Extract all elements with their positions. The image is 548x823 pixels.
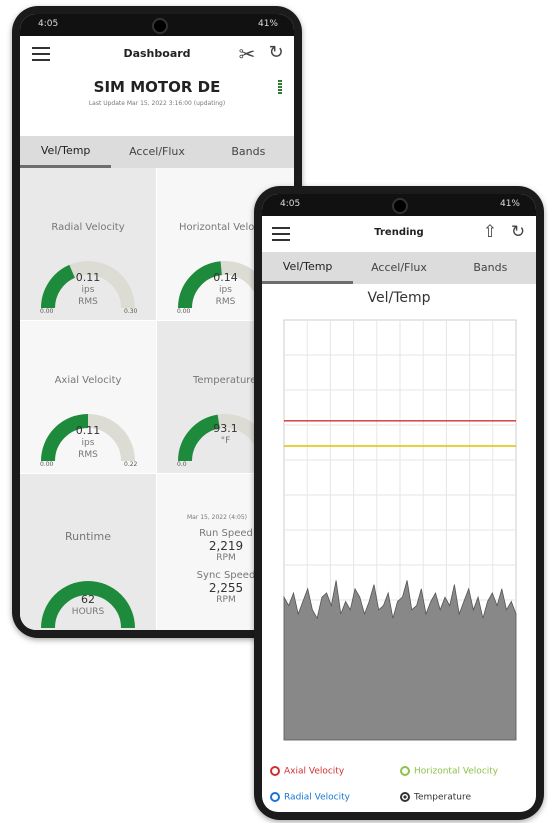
gauge-grid: Radial Velocity 0.11 ips RMS 0.00 0.30 H… — [20, 168, 294, 630]
tab-vel-temp[interactable]: Vel/Temp — [262, 252, 354, 284]
legend-ring-icon — [400, 766, 410, 776]
gauge-label: Radial Velocity — [51, 222, 125, 233]
tools-icon[interactable]: ✂ — [236, 42, 258, 66]
runtime-card[interactable]: Runtime 62 HOURS — [20, 474, 157, 630]
signal-icon — [278, 80, 282, 94]
camera-icon — [152, 18, 168, 34]
gauge-unit: ips — [81, 285, 95, 295]
gauge-max: 0.30 — [124, 308, 138, 315]
legend-item-radial[interactable]: Radial Velocity — [270, 792, 350, 803]
trending-tabs: Vel/Temp Accel/Flux Bands — [262, 252, 536, 284]
gauge-radial-velocity[interactable]: Radial Velocity 0.11 ips RMS 0.00 0.30 — [20, 168, 157, 321]
gauge-sub: RMS — [78, 450, 98, 460]
refresh-icon[interactable]: ↻ — [266, 42, 286, 63]
tab-bands[interactable]: Bands — [445, 252, 536, 284]
gauge-value: 0.11 — [75, 424, 101, 437]
tab-vel-temp[interactable]: Vel/Temp — [20, 136, 112, 168]
legend-ring-icon — [270, 792, 280, 802]
status-time: 4:05 — [280, 199, 301, 209]
gauge-min: 0.00 — [40, 461, 54, 468]
legend-label: Horizontal Velocity — [414, 766, 499, 777]
legend-ring-icon — [270, 766, 280, 776]
app-bar: Trending ⇧ ↻ — [262, 216, 536, 250]
legend-item-horizontal[interactable]: Horizontal Velocity — [400, 766, 498, 777]
dashboard-screen: 4:05 41% Dashboard ✂ ↻ SIM MOTOR DE Last… — [20, 14, 294, 630]
legend-item-temperature[interactable]: Temperature — [400, 792, 471, 803]
gauge-value: 0.11 — [75, 271, 101, 284]
runtime-label: Runtime — [65, 530, 111, 543]
legend-label: Radial Velocity — [284, 792, 350, 803]
gauge-sub: RMS — [78, 297, 98, 307]
status-time: 4:05 — [38, 19, 59, 29]
legend-label: Axial Velocity — [284, 766, 345, 777]
dashboard-tabs: Vel/Temp Accel/Flux Bands — [20, 136, 294, 168]
gauge-min: 0.00 — [177, 308, 191, 315]
status-battery: 41% — [499, 199, 520, 209]
gauge-max: 0.22 — [124, 461, 138, 468]
legend-item-axial[interactable]: Axial Velocity — [270, 766, 344, 777]
runtime-value-box: 62 HOURS — [20, 594, 156, 618]
gauge-unit: ips — [81, 438, 95, 448]
share-icon[interactable]: ⇧ — [480, 222, 500, 242]
refresh-icon[interactable]: ↻ — [508, 222, 528, 242]
camera-icon — [392, 198, 408, 214]
last-update: Last Update Mar 15, 2022 3:16:00 (updati… — [88, 100, 226, 107]
runtime-value: 62 — [81, 593, 95, 606]
tab-accel-flux[interactable]: Accel/Flux — [111, 136, 202, 168]
app-bar: Dashboard ✂ ↻ — [20, 36, 294, 70]
chart-legend: Axial Velocity Horizontal Velocity Radia… — [262, 762, 536, 812]
trending-phone: 4:05 41% Trending ⇧ ↻ Vel/Temp Accel/Flu… — [254, 186, 544, 820]
gauge-min: 0.0 — [177, 461, 187, 468]
legend-label: Temperature — [414, 792, 472, 803]
tab-bands[interactable]: Bands — [203, 136, 294, 168]
chart-title: Vel/Temp — [367, 290, 431, 306]
gauge-min: 0.00 — [40, 308, 54, 315]
status-battery: 41% — [257, 19, 278, 29]
trending-screen: 4:05 41% Trending ⇧ ↻ Vel/Temp Accel/Flu… — [262, 194, 536, 812]
runtime-unit: HOURS — [71, 607, 105, 617]
gauge-value-box: 0.11 ips RMS — [20, 272, 156, 308]
gauge-value-box: 0.11 ips RMS — [20, 425, 156, 461]
motor-name: SIM MOTOR DE — [93, 78, 221, 96]
trend-chart[interactable] — [262, 310, 536, 750]
tab-accel-flux[interactable]: Accel/Flux — [353, 252, 444, 284]
speed-date: Mar 15, 2022 (4:05) — [187, 514, 248, 521]
gauge-label: Axial Velocity — [54, 375, 122, 386]
legend-ring-icon — [400, 792, 410, 802]
gauge-axial-velocity[interactable]: Axial Velocity 0.11 ips RMS 0.00 0.22 — [20, 321, 157, 474]
